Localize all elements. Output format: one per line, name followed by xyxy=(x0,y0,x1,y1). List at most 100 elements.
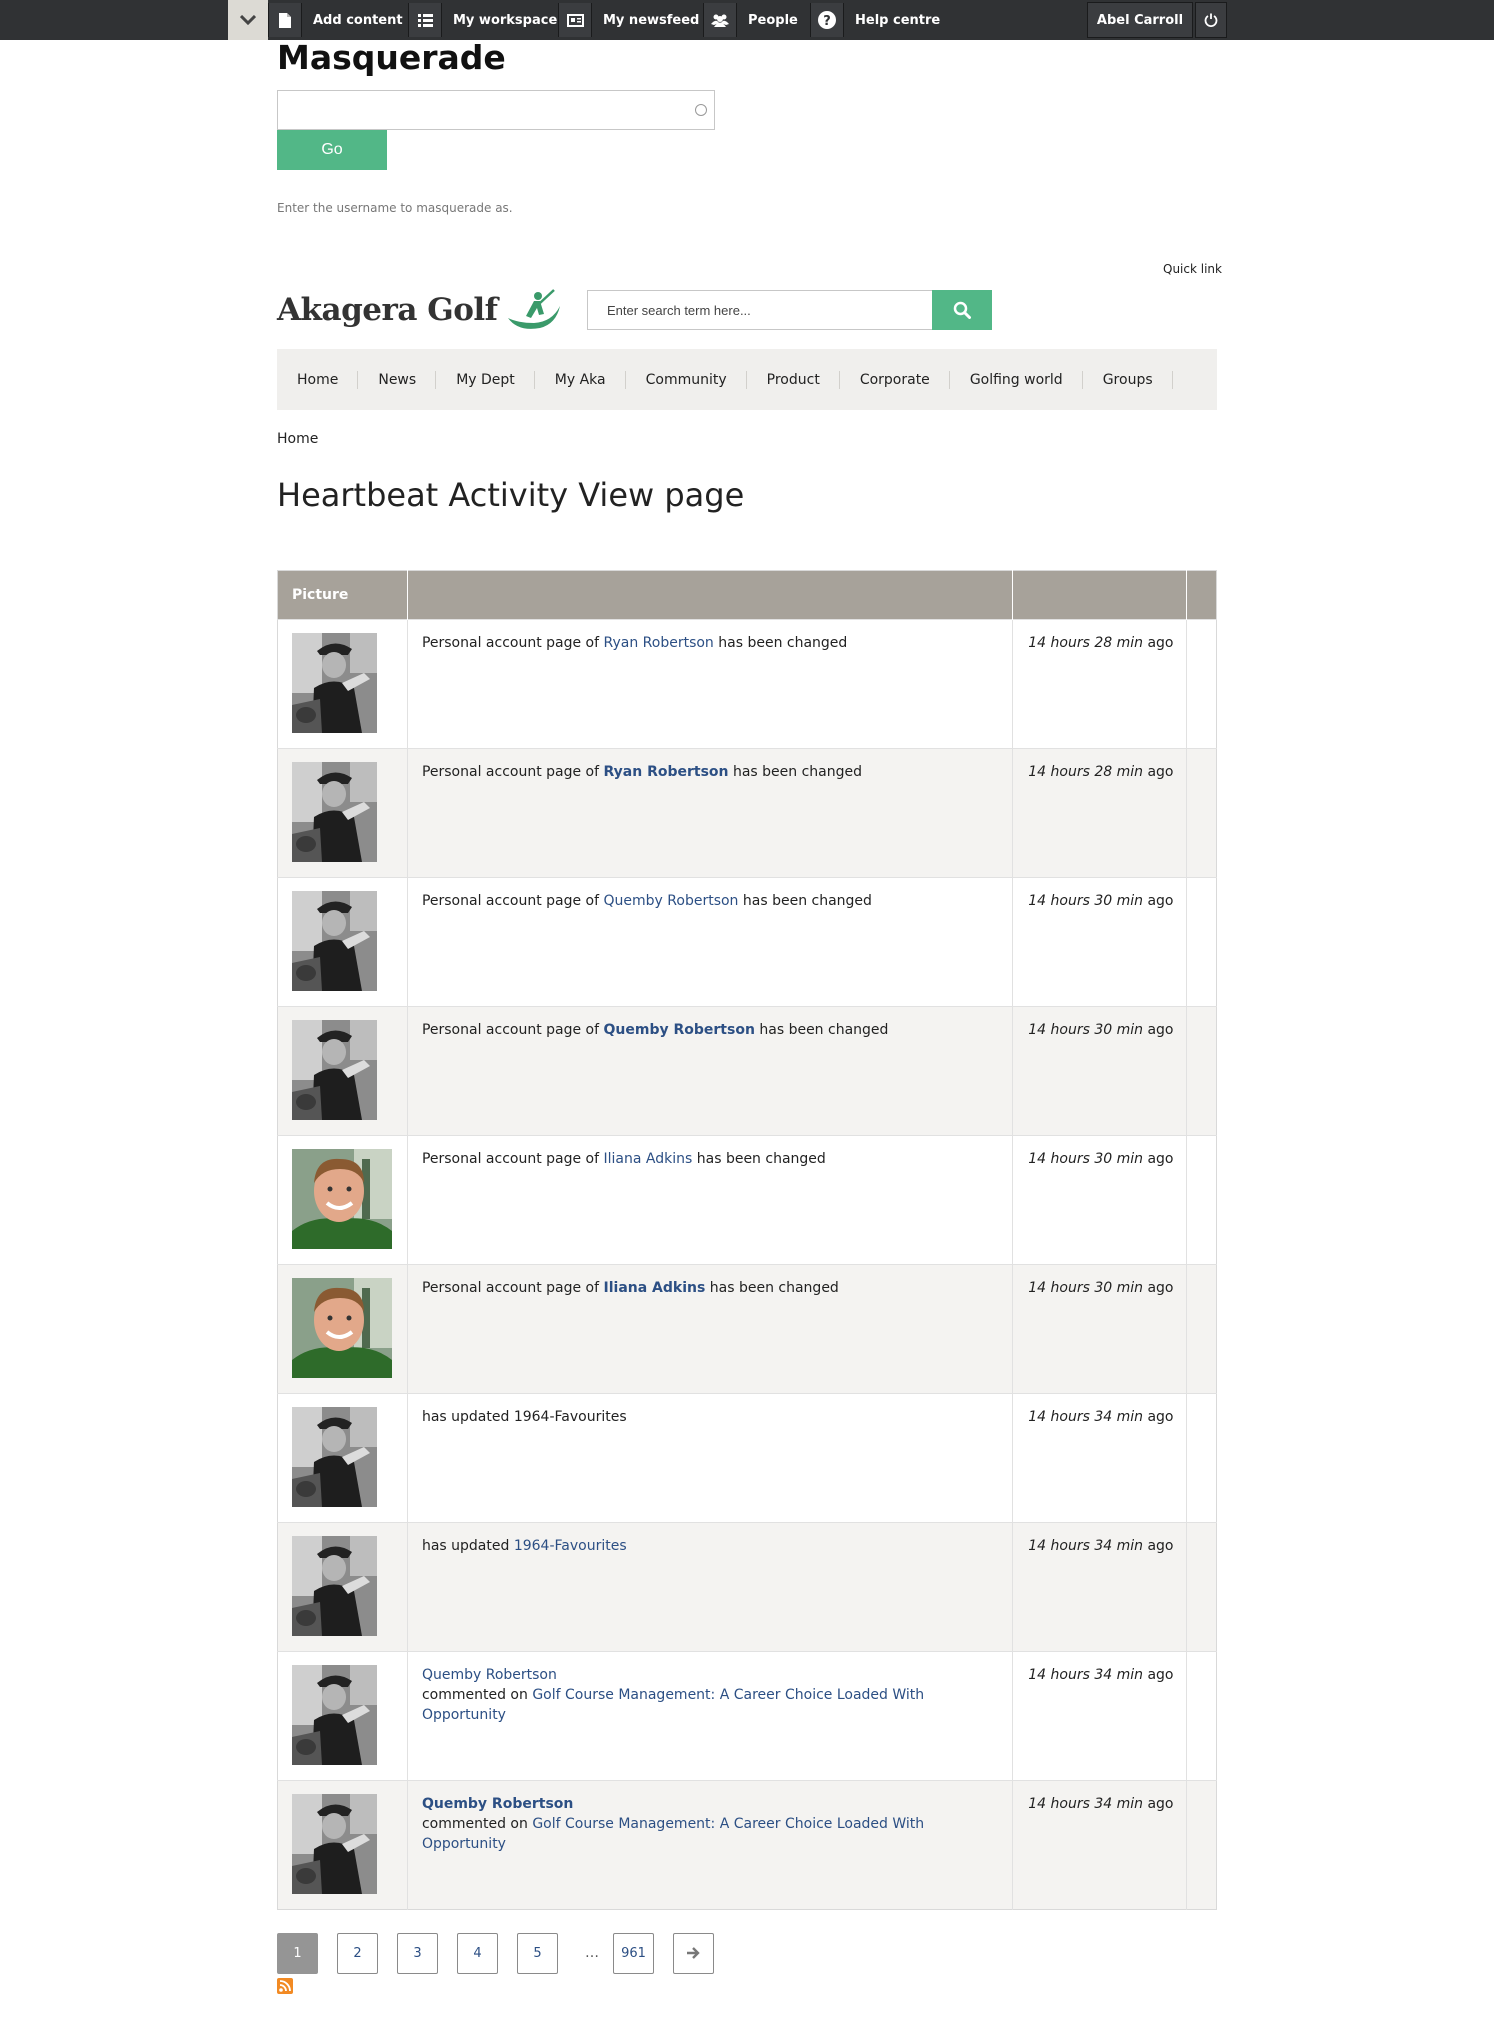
power-icon xyxy=(1204,13,1218,27)
nav-item-community[interactable]: Community xyxy=(626,349,747,410)
breadcrumb-home-link[interactable]: Home xyxy=(277,431,318,447)
picture-cell xyxy=(277,1006,408,1136)
nav-item-golfing-world[interactable]: Golfing world xyxy=(950,349,1083,410)
time-cell: 14 hours 34 min ago xyxy=(1012,1393,1187,1523)
table-row: has updated 1964-Favourites 14 hours 34 m… xyxy=(277,1522,1217,1652)
author-link[interactable]: Quemby Robertson xyxy=(422,1667,557,1683)
entity-link[interactable]: Quemby Robertson xyxy=(604,893,739,909)
nav-item-corporate[interactable]: Corporate xyxy=(840,349,950,410)
search-icon xyxy=(953,301,971,319)
pager-page-1[interactable]: 1 xyxy=(277,1932,318,1974)
masquerade-go-button[interactable]: Go xyxy=(277,130,387,170)
toolbar-label: My newsfeed xyxy=(603,12,700,28)
time-minutes: 34 min xyxy=(1094,1538,1144,1554)
message-cell: Personal account page of Quemby Robertso… xyxy=(407,1006,1014,1136)
table-row: Personal account page of Ryan Robertson … xyxy=(277,748,1217,878)
avatar[interactable] xyxy=(292,1536,377,1636)
toolbar-toggle-button[interactable] xyxy=(228,0,268,40)
avatar[interactable] xyxy=(292,1020,377,1120)
message-suffix: has been changed xyxy=(692,1151,826,1167)
time-suffix: ago xyxy=(1143,1538,1174,1554)
entity-link[interactable]: Iliana Adkins xyxy=(604,1280,706,1296)
avatar[interactable] xyxy=(292,1278,392,1378)
message-text: commented on xyxy=(421,1687,533,1703)
time-hours: 14 hours xyxy=(1028,1409,1090,1425)
time-suffix: ago xyxy=(1143,1151,1174,1167)
pager-page-4[interactable]: 4 xyxy=(457,1932,498,1974)
time-hours: 14 hours xyxy=(1028,1022,1090,1038)
pager-next-button[interactable] xyxy=(673,1932,714,1974)
time-cell: 14 hours 30 min ago xyxy=(1012,1135,1187,1265)
avatar[interactable] xyxy=(292,633,377,733)
author-link[interactable]: Quemby Robertson xyxy=(422,1796,573,1812)
empty-cell xyxy=(1186,1522,1217,1652)
nav-item-home[interactable]: Home xyxy=(277,349,359,410)
message-cell: Personal account page of Iliana Adkins h… xyxy=(407,1135,1014,1265)
time-minutes: 30 min xyxy=(1094,1280,1144,1296)
pager-page-2[interactable]: 2 xyxy=(337,1932,378,1974)
message-suffix: has been changed xyxy=(728,764,863,780)
entity-link[interactable]: 1964-Favourites xyxy=(514,1538,627,1554)
nav-item-news[interactable]: News xyxy=(358,349,437,410)
message-suffix: has been changed xyxy=(713,635,848,651)
user-account-button[interactable]: Abel Carroll xyxy=(1087,2,1193,38)
message-cell: Personal account page of Ryan Robertson … xyxy=(407,619,1014,749)
time-cell: 14 hours 30 min ago xyxy=(1012,1006,1187,1136)
toolbar-my-workspace[interactable]: My workspace xyxy=(408,0,557,40)
time-hours: 14 hours xyxy=(1028,1151,1090,1167)
avatar[interactable] xyxy=(292,1794,377,1894)
time-cell: 14 hours 30 min ago xyxy=(1012,877,1187,1007)
site-search-button[interactable] xyxy=(932,290,992,330)
pager-page-last[interactable]: 961 xyxy=(613,1932,654,1974)
masquerade-help-text: Enter the username to masquerade as. xyxy=(277,201,513,215)
site-search-field[interactable] xyxy=(587,290,933,330)
toolbar-label: Add content xyxy=(313,12,403,28)
pager-page-3[interactable]: 3 xyxy=(397,1932,438,1974)
masquerade-username-field[interactable] xyxy=(277,90,715,130)
site-search-input[interactable] xyxy=(588,291,932,329)
empty-cell xyxy=(1186,1780,1217,1910)
table-row: Personal account page of Ryan Robertson … xyxy=(277,619,1217,749)
column-header-picture: Picture xyxy=(277,570,408,620)
entity-link[interactable]: Ryan Robertson xyxy=(604,635,714,651)
time-hours: 14 hours xyxy=(1028,1667,1090,1683)
time-suffix: ago xyxy=(1143,1022,1174,1038)
pager-page-5[interactable]: 5 xyxy=(517,1932,558,1974)
entity-link[interactable]: Iliana Adkins xyxy=(604,1151,693,1167)
masquerade-username-input[interactable] xyxy=(278,91,678,129)
admin-toolbar: Add content My workspace My newsfeed Peo… xyxy=(0,0,1494,40)
toolbar-help-centre[interactable]: ? Help centre xyxy=(810,0,940,40)
message-suffix: has been changed xyxy=(705,1280,839,1296)
nav-item-my-aka[interactable]: My Aka xyxy=(535,349,626,410)
picture-cell xyxy=(277,1651,408,1781)
logout-button[interactable] xyxy=(1195,2,1227,38)
arrow-right-icon xyxy=(687,1947,700,1959)
avatar[interactable] xyxy=(292,1407,377,1507)
quick-link[interactable]: Quick link xyxy=(1163,262,1222,276)
table-row: Personal account page of Quemby Robertso… xyxy=(277,1006,1217,1136)
nav-item-my-dept[interactable]: My Dept xyxy=(436,349,535,410)
pager: 1 2 3 4 5 … 961 xyxy=(277,1932,733,1974)
time-cell: 14 hours 28 min ago xyxy=(1012,748,1187,878)
toolbar-add-content[interactable]: Add content xyxy=(268,0,403,40)
entity-link[interactable]: Ryan Robertson xyxy=(604,764,729,780)
table-row: has updated 1964-Favourites 14 hours 34 m… xyxy=(277,1393,1217,1523)
time-cell: 14 hours 30 min ago xyxy=(1012,1264,1187,1394)
avatar[interactable] xyxy=(292,1149,392,1249)
avatar[interactable] xyxy=(292,1665,377,1765)
message-text: Personal account page of xyxy=(421,893,604,909)
time-cell: 14 hours 34 min ago xyxy=(1012,1780,1187,1910)
site-logo[interactable]: Akagera Golf xyxy=(277,288,562,332)
toolbar-people[interactable]: People xyxy=(703,0,798,40)
avatar[interactable] xyxy=(292,891,377,991)
nav-item-product[interactable]: Product xyxy=(747,349,840,410)
entity-link[interactable]: Quemby Robertson xyxy=(604,1022,755,1038)
rss-feed-icon[interactable] xyxy=(277,1978,293,1994)
toolbar-my-newsfeed[interactable]: My newsfeed xyxy=(558,0,699,40)
nav-item-groups[interactable]: Groups xyxy=(1083,349,1173,410)
time-suffix: ago xyxy=(1143,764,1174,780)
masquerade-title: Masquerade xyxy=(277,38,506,77)
activity-table-body: Personal account page of Ryan Robertson … xyxy=(277,619,1217,1910)
time-cell: 14 hours 34 min ago xyxy=(1012,1522,1187,1652)
avatar[interactable] xyxy=(292,762,377,862)
